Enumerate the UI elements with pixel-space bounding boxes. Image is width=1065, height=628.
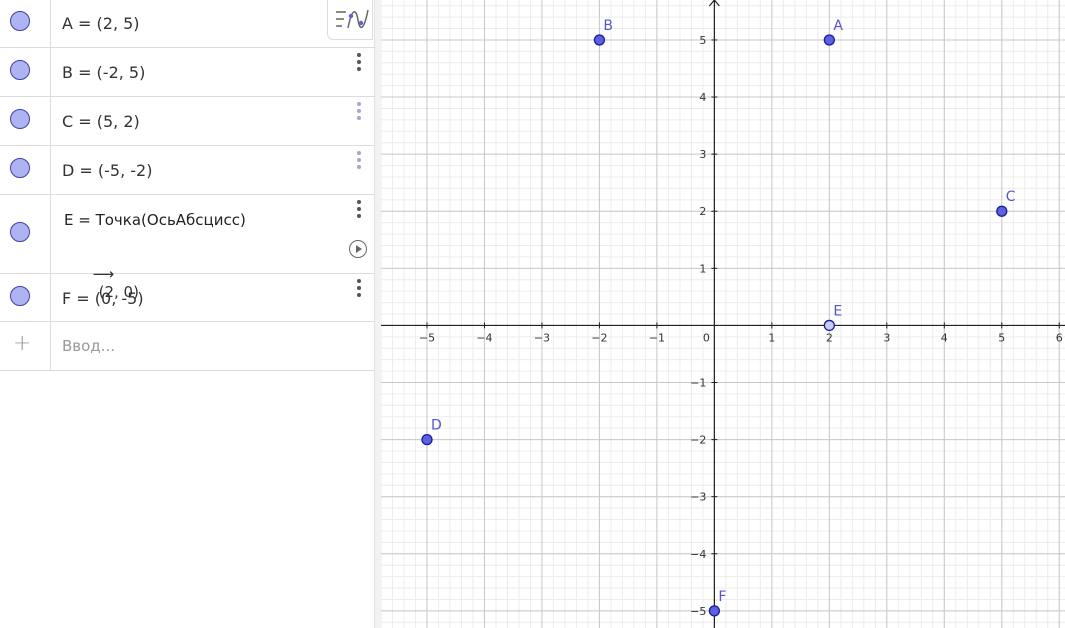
algebra-input-row[interactable]: + Ввод... (0, 322, 374, 371)
x-tick-label: −3 (534, 331, 550, 344)
point-d[interactable] (421, 433, 433, 446)
algebra-text-d[interactable]: D = (-5, -2) (62, 161, 152, 180)
x-tick-label: 1 (768, 331, 775, 344)
x-tick-label: −4 (476, 331, 492, 344)
point-label-f: F (718, 589, 726, 605)
x-tick-label: −2 (591, 331, 607, 344)
algebra-row-f[interactable]: F = (0, -5) (0, 274, 374, 322)
x-tick-label: −5 (419, 331, 435, 344)
algebra-row-c[interactable]: C = (5, 2) (0, 97, 374, 146)
point-b[interactable] (593, 34, 606, 46)
view-splitter[interactable] (374, 0, 381, 628)
graphics-view[interactable]: −5 −4 −3 −2 −1 0 1 2 3 4 5 6 −5 −4 −3 −2 −1 1 2 3 4 5 A B C D E F (381, 0, 1065, 628)
point-label-c: C (1006, 189, 1016, 205)
algebra-row-e[interactable]: E = Точка(ОсьАбсцисс) ⟶ (2, 0) (0, 195, 374, 301)
visibility-toggle-d[interactable] (10, 158, 30, 178)
kebab-menu-icon[interactable] (352, 151, 366, 173)
y-tick-label: −5 (690, 605, 706, 618)
algebra-definition-e[interactable]: E = Точка(ОсьАбсцисс) (64, 211, 246, 229)
algebra-text-b[interactable]: B = (-2, 5) (62, 63, 145, 82)
algebra-text-f[interactable]: F = (0, -5) (62, 289, 144, 308)
algebra-input[interactable]: Ввод... (62, 337, 115, 355)
kebab-menu-icon[interactable] (352, 53, 366, 75)
x-tick-label: 0 (703, 331, 710, 344)
marble-column-divider (50, 274, 51, 321)
y-tick-label: 4 (699, 91, 706, 104)
point-f[interactable] (708, 605, 721, 617)
y-tick-label: −1 (690, 377, 706, 390)
visibility-toggle-c[interactable] (10, 109, 30, 129)
point-c[interactable] (996, 205, 1008, 217)
algebra-row-a[interactable]: A = (2, 5) (0, 0, 374, 48)
marble-column-divider (50, 195, 51, 273)
y-tick-label: −4 (690, 548, 706, 561)
y-tick-label: −2 (690, 434, 706, 447)
x-tick-label: 6 (1056, 331, 1063, 344)
x-tick-label: 3 (883, 331, 890, 344)
y-tick-label: 2 (699, 205, 706, 218)
kebab-menu-icon[interactable] (352, 102, 366, 124)
point-label-b: B (603, 18, 613, 34)
algebra-text-c[interactable]: C = (5, 2) (62, 112, 140, 131)
visibility-toggle-b[interactable] (10, 60, 30, 80)
x-tick-label: −1 (649, 331, 665, 344)
algebra-view: A = (2, 5) B = (-2, 5) C = (5, 2) D = (-… (0, 0, 374, 628)
y-tick-label: 3 (699, 148, 706, 161)
plus-icon[interactable]: + (13, 331, 31, 356)
play-circle-icon[interactable] (349, 240, 367, 258)
algebra-graph-toggle-icon[interactable] (327, 0, 373, 40)
point-label-e: E (833, 303, 842, 319)
visibility-toggle-f[interactable] (10, 286, 30, 306)
marble-column-divider (50, 48, 51, 96)
algebra-row-d[interactable]: D = (-5, -2) (0, 146, 374, 195)
y-tick-label: 5 (699, 34, 706, 47)
visibility-toggle-a[interactable] (10, 11, 30, 31)
algebra-text-a[interactable]: A = (2, 5) (62, 14, 140, 33)
point-e[interactable] (823, 319, 835, 332)
y-tick-label: −3 (690, 491, 706, 504)
marble-column-divider (50, 0, 51, 47)
kebab-menu-icon[interactable] (352, 279, 366, 301)
kebab-menu-icon[interactable] (352, 200, 366, 222)
point-label-d: D (431, 418, 442, 434)
visibility-toggle-e[interactable] (10, 222, 30, 242)
point-a[interactable] (823, 34, 835, 46)
x-tick-label: 5 (998, 331, 1005, 344)
point-label-a: A (833, 18, 843, 34)
y-tick-label: 1 (699, 262, 706, 275)
x-tick-label: 4 (941, 331, 948, 344)
marble-column-divider (50, 146, 51, 194)
marble-column-divider (50, 322, 51, 370)
x-tick-label: 2 (826, 331, 833, 344)
algebra-row-b[interactable]: B = (-2, 5) (0, 48, 374, 97)
marble-column-divider (50, 97, 51, 145)
